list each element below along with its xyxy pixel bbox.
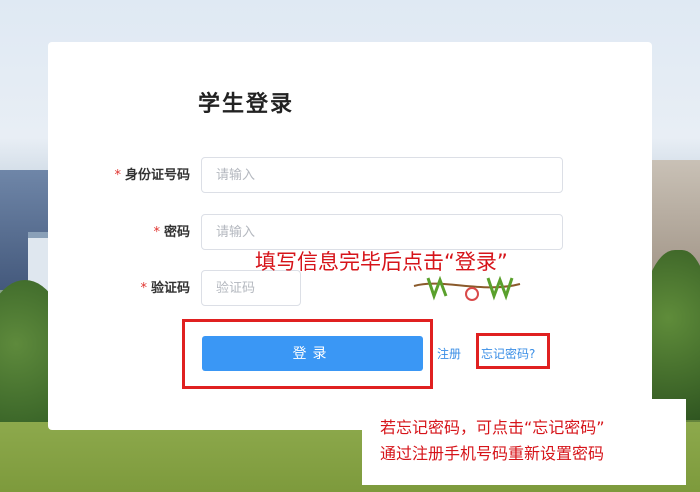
captcha-label: * 验证码 — [140, 270, 190, 308]
id-number-label: * 身份证号码 — [114, 157, 190, 195]
forgot-password-highlight — [476, 333, 550, 369]
login-button-highlight — [182, 319, 433, 389]
decorative-doodle-icon — [413, 275, 521, 301]
password-input[interactable] — [201, 214, 563, 250]
note-line: 通过注册手机号码重新设置密码 — [380, 444, 605, 463]
id-number-row: * 身份证号码 — [48, 157, 652, 197]
register-link[interactable]: 注册 — [437, 345, 461, 362]
id-number-input[interactable] — [201, 157, 563, 193]
password-label-text: 密码 — [163, 225, 190, 240]
id-number-label-text: 身份证号码 — [124, 168, 190, 183]
page-title: 学生登录 — [198, 92, 295, 117]
required-mark: * — [114, 168, 121, 183]
forgot-password-note: 若忘记密码，可点击“忘记密码” 通过注册手机号码重新设置密码 — [362, 399, 686, 485]
note-line: 若忘记密码，可点击“忘记密码” — [380, 418, 605, 437]
required-mark: * — [153, 225, 160, 240]
instruction-annotation: 填写信息完毕后点击“登录” — [255, 250, 508, 274]
captcha-label-text: 验证码 — [150, 281, 190, 296]
captcha-row: * 验证码 — [48, 270, 652, 310]
required-mark: * — [140, 281, 147, 296]
password-label: * 密码 — [153, 214, 190, 252]
